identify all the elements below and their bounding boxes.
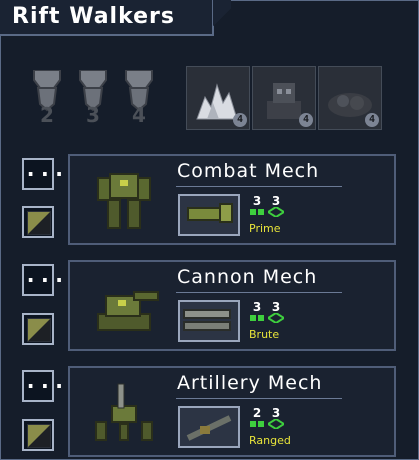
- color-swatch-icon: [27, 211, 51, 235]
- color-swatch-icon: [27, 318, 51, 342]
- armor-stat: 3: [268, 406, 284, 429]
- move-icon: [250, 421, 264, 427]
- medal-3-number: 3: [86, 103, 100, 127]
- lock-icon: 4: [365, 113, 379, 127]
- mech-card-combat[interactable]: Combat Mech 3 3 Prime: [68, 154, 396, 245]
- armor-stat: 3: [268, 300, 284, 323]
- medal-2-number: 2: [40, 103, 54, 127]
- weapon-slot[interactable]: [178, 194, 240, 236]
- mech-name: Artillery Mech: [177, 372, 323, 394]
- pilot-slot-3[interactable]: 4: [318, 66, 382, 130]
- mech-1-color-button[interactable]: [22, 206, 54, 238]
- cannon-mech-icon: [97, 291, 159, 331]
- move-icon: [250, 315, 264, 321]
- move-icon: [250, 209, 264, 215]
- mech-1-options-button[interactable]: ...: [22, 158, 66, 190]
- armor-icon: [268, 313, 284, 323]
- mech-3-options-button[interactable]: ...: [22, 370, 66, 402]
- pilot-slot-2[interactable]: 4: [252, 66, 316, 130]
- titan-fist-icon: [187, 203, 233, 223]
- mech-3-color-button[interactable]: [22, 419, 54, 451]
- medal-3-icon: 3: [79, 70, 107, 127]
- mech-class: Brute: [249, 328, 280, 341]
- mech-card-cannon[interactable]: Cannon Mech 3 3 Brute: [68, 260, 396, 351]
- medal-4-icon: 4: [125, 70, 153, 127]
- artemis-artillery-icon: [186, 415, 232, 441]
- move-stat: 3: [249, 194, 265, 217]
- armor-stat: 3: [268, 194, 284, 217]
- mech-name: Combat Mech: [177, 160, 320, 182]
- squad-title: Rift Walkers: [12, 4, 176, 29]
- armor-icon: [268, 207, 284, 217]
- mech-class: Ranged: [249, 434, 291, 447]
- mech-name: Cannon Mech: [177, 266, 318, 288]
- lock-icon: 4: [299, 113, 313, 127]
- color-swatch-icon: [27, 424, 51, 448]
- title-tab: Rift Walkers: [0, 0, 231, 36]
- mech-card-artillery[interactable]: Artillery Mech 2 3 Ranged: [68, 366, 396, 457]
- weapon-slot[interactable]: [178, 406, 240, 448]
- mech-2-options-button[interactable]: ...: [22, 264, 66, 296]
- pilot-slot-1[interactable]: 4: [186, 66, 250, 130]
- lock-icon: 4: [233, 113, 247, 127]
- combat-mech-icon: [97, 173, 151, 229]
- armor-icon: [268, 419, 284, 429]
- weapon-slot[interactable]: [178, 300, 240, 342]
- move-stat: 2: [249, 406, 265, 429]
- medal-2-icon: 2: [33, 70, 61, 127]
- artillery-mech-icon: [95, 383, 153, 441]
- taurus-cannon-icon: [183, 309, 231, 331]
- mech-class: Prime: [249, 222, 281, 235]
- move-stat: 3: [249, 300, 265, 323]
- mech-2-color-button[interactable]: [22, 313, 54, 345]
- medal-4-number: 4: [132, 103, 146, 127]
